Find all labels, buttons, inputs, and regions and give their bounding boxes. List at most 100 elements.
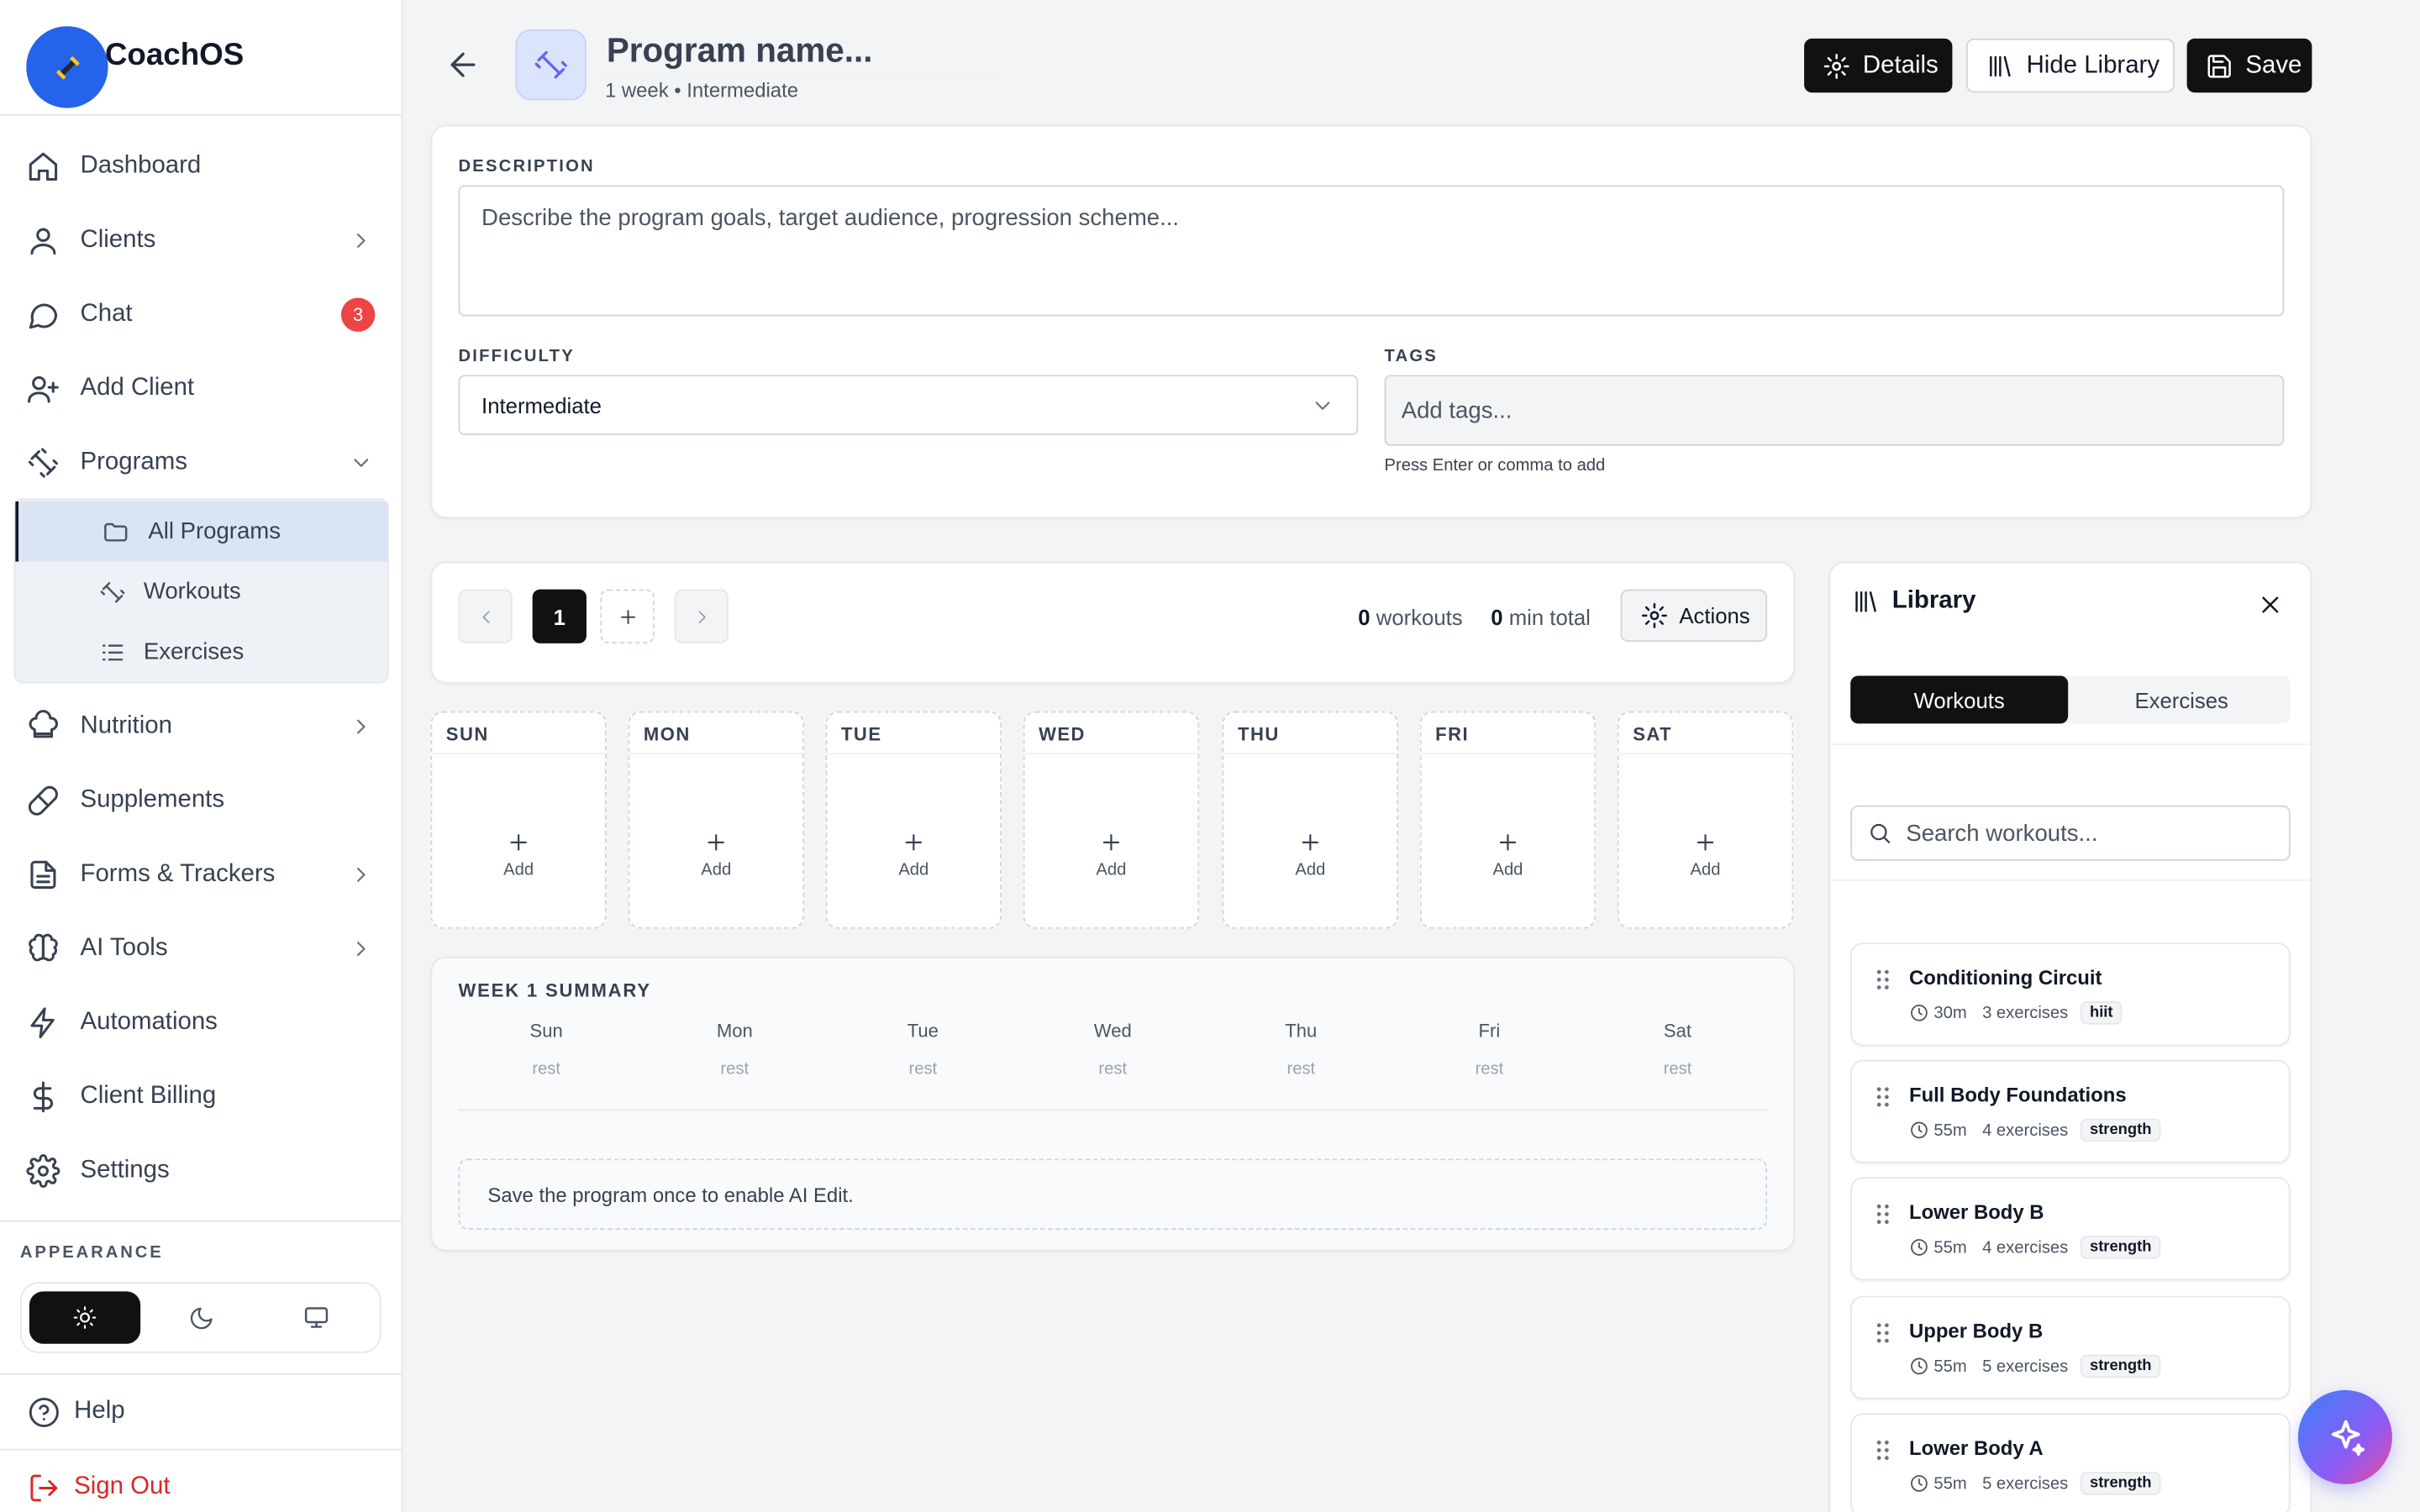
submenu-item-exercises[interactable]: Exercises	[15, 622, 387, 682]
hide-library-button[interactable]: Hide Library	[1965, 38, 2175, 93]
dark-theme-button[interactable]	[145, 1291, 256, 1343]
workout-duration: 30m	[1933, 1003, 1967, 1022]
brand-logo[interactable]	[26, 26, 108, 108]
day-divider	[1223, 753, 1397, 755]
tab-exercises[interactable]: Exercises	[2073, 675, 2291, 723]
workout-title: Lower Body A	[1908, 1436, 2044, 1460]
sidebar-item-clients[interactable]: Clients	[0, 207, 402, 275]
workout-card[interactable]: Full Body Foundations 55m 4 exercises st…	[1850, 1059, 2291, 1163]
chevron-right-icon	[357, 942, 366, 957]
light-theme-button[interactable]	[29, 1291, 141, 1344]
tags-input[interactable]: Add tags...	[1384, 375, 2285, 446]
sidebar-item-label: Programs	[80, 449, 187, 475]
day-column-mon: MON Add	[628, 711, 804, 929]
sidebar-item-client-billing[interactable]: Client Billing	[0, 1063, 402, 1131]
workout-meta: 55m 5 exercises strength	[1909, 1472, 2161, 1495]
details-label: Details	[1862, 51, 1939, 78]
actions-button[interactable]: Actions	[1620, 589, 1768, 643]
search-icon	[1870, 823, 1891, 843]
brain-icon	[29, 933, 58, 962]
close-icon[interactable]	[2256, 591, 2284, 618]
save-button[interactable]: Save	[2186, 38, 2312, 93]
add-label: Add	[1690, 860, 1721, 879]
sign-out-icon	[30, 1473, 58, 1501]
add-workout-button[interactable]: Add	[1619, 830, 1792, 879]
workout-card[interactable]: Conditioning Circuit 30m 3 exercises hii…	[1850, 942, 2291, 1047]
day-column-tue: TUE Add	[825, 711, 1002, 929]
summary-day-name: Tue	[907, 1020, 939, 1042]
summary-day-name: Mon	[716, 1020, 753, 1042]
workout-card[interactable]: Upper Body B 55m 5 exercises strength	[1850, 1295, 2291, 1399]
description-textarea[interactable]: Describe the program goals, target audie…	[458, 185, 2285, 317]
submenu-item-all-programs[interactable]: All Programs	[15, 501, 388, 562]
sign-out-button[interactable]: Sign Out	[0, 1458, 402, 1512]
add-workout-button[interactable]: Add	[432, 830, 605, 879]
difficulty-value: Intermediate	[481, 392, 602, 417]
gear-icon	[26, 1154, 60, 1189]
sidebar-item-label: Client Billing	[80, 1083, 217, 1110]
submenu-item-workouts[interactable]: Workouts	[15, 562, 387, 622]
week-1-button[interactable]: 1	[532, 589, 587, 643]
workout-duration: 55m	[1933, 1357, 1967, 1376]
workout-card[interactable]: Lower Body B 55m 4 exercises strength	[1850, 1177, 2291, 1281]
workout-tag: strength	[2080, 1354, 2161, 1378]
day-column-sat: SAT Add	[1617, 711, 1794, 929]
details-button[interactable]: Details	[1804, 38, 1953, 93]
add-workout-button[interactable]: Add	[1224, 830, 1397, 879]
summary-day-status: rest	[1663, 1059, 1692, 1079]
sidebar-divider	[0, 1448, 402, 1451]
add-workout-button[interactable]: Add	[1025, 830, 1198, 879]
workout-card[interactable]: Lower Body A 55m 5 exercises strength	[1850, 1413, 2291, 1512]
add-week-button[interactable]	[600, 589, 655, 643]
drag-handle-icon[interactable]	[1876, 1322, 1891, 1344]
system-theme-button[interactable]	[260, 1291, 371, 1343]
minutes-count: 0	[1491, 604, 1503, 630]
plus-icon	[620, 609, 635, 624]
previous-week-button[interactable]	[458, 589, 513, 643]
sidebar-item-dashboard[interactable]: Dashboard	[0, 133, 402, 201]
difficulty-label: DIFFICULTY	[458, 347, 575, 366]
difficulty-select[interactable]: Intermediate	[458, 375, 1359, 435]
ai-assistant-button[interactable]	[2297, 1389, 2392, 1484]
tab-workouts[interactable]: Workouts	[1850, 675, 2069, 724]
add-workout-button[interactable]: Add	[1422, 830, 1595, 879]
sidebar-divider	[0, 1220, 402, 1222]
drag-handle-icon[interactable]	[1876, 1204, 1891, 1226]
sidebar-item-programs[interactable]: Programs	[0, 429, 402, 497]
drag-handle-icon[interactable]	[1876, 1440, 1891, 1462]
clock-icon	[1911, 1004, 1928, 1021]
library-divider	[1830, 743, 2311, 746]
sidebar-item-label: Chat	[80, 301, 133, 328]
plus-icon	[1499, 834, 1517, 851]
drag-handle-icon[interactable]	[1876, 1086, 1891, 1108]
add-workout-button[interactable]: Add	[629, 830, 802, 879]
sidebar-item-add-client[interactable]: Add Client	[0, 354, 402, 423]
day-name: WED	[1039, 723, 1086, 746]
workout-exercise-count: 5 exercises	[1982, 1357, 2069, 1376]
submenu-item-label: Exercises	[143, 638, 245, 665]
day-divider	[629, 753, 803, 755]
sidebar-divider	[0, 1373, 402, 1375]
submenu-item-label: Workouts	[143, 578, 241, 605]
sidebar-item-settings[interactable]: Settings	[0, 1137, 402, 1205]
sparkle-icon	[2330, 1419, 2365, 1456]
program-name-input[interactable]: Program name...	[598, 26, 1001, 76]
drag-handle-icon[interactable]	[1876, 969, 1891, 990]
sidebar-item-forms-trackers[interactable]: Forms & Trackers	[0, 841, 402, 909]
search-input[interactable]: Search workouts...	[1850, 805, 2291, 861]
day-column-fri: FRI Add	[1419, 711, 1597, 929]
next-week-button[interactable]	[674, 589, 729, 643]
add-workout-button[interactable]: Add	[827, 830, 1000, 879]
workout-tag: strength	[2080, 1472, 2161, 1495]
add-label: Add	[1492, 860, 1523, 879]
day-name: TUE	[841, 723, 882, 746]
sidebar-item-automations[interactable]: Automations	[0, 989, 402, 1057]
sidebar-item-ai-tools[interactable]: AI Tools	[0, 915, 402, 983]
summary-day-status: rest	[1098, 1059, 1128, 1079]
help-link[interactable]: Help	[0, 1383, 402, 1441]
plus-icon	[1102, 834, 1120, 851]
sidebar-item-nutrition[interactable]: Nutrition	[0, 693, 402, 761]
sidebar-item-chat[interactable]: Chat 3	[0, 281, 402, 349]
sidebar-item-supplements[interactable]: Supplements	[0, 767, 402, 835]
back-arrow-icon[interactable]	[445, 46, 481, 83]
